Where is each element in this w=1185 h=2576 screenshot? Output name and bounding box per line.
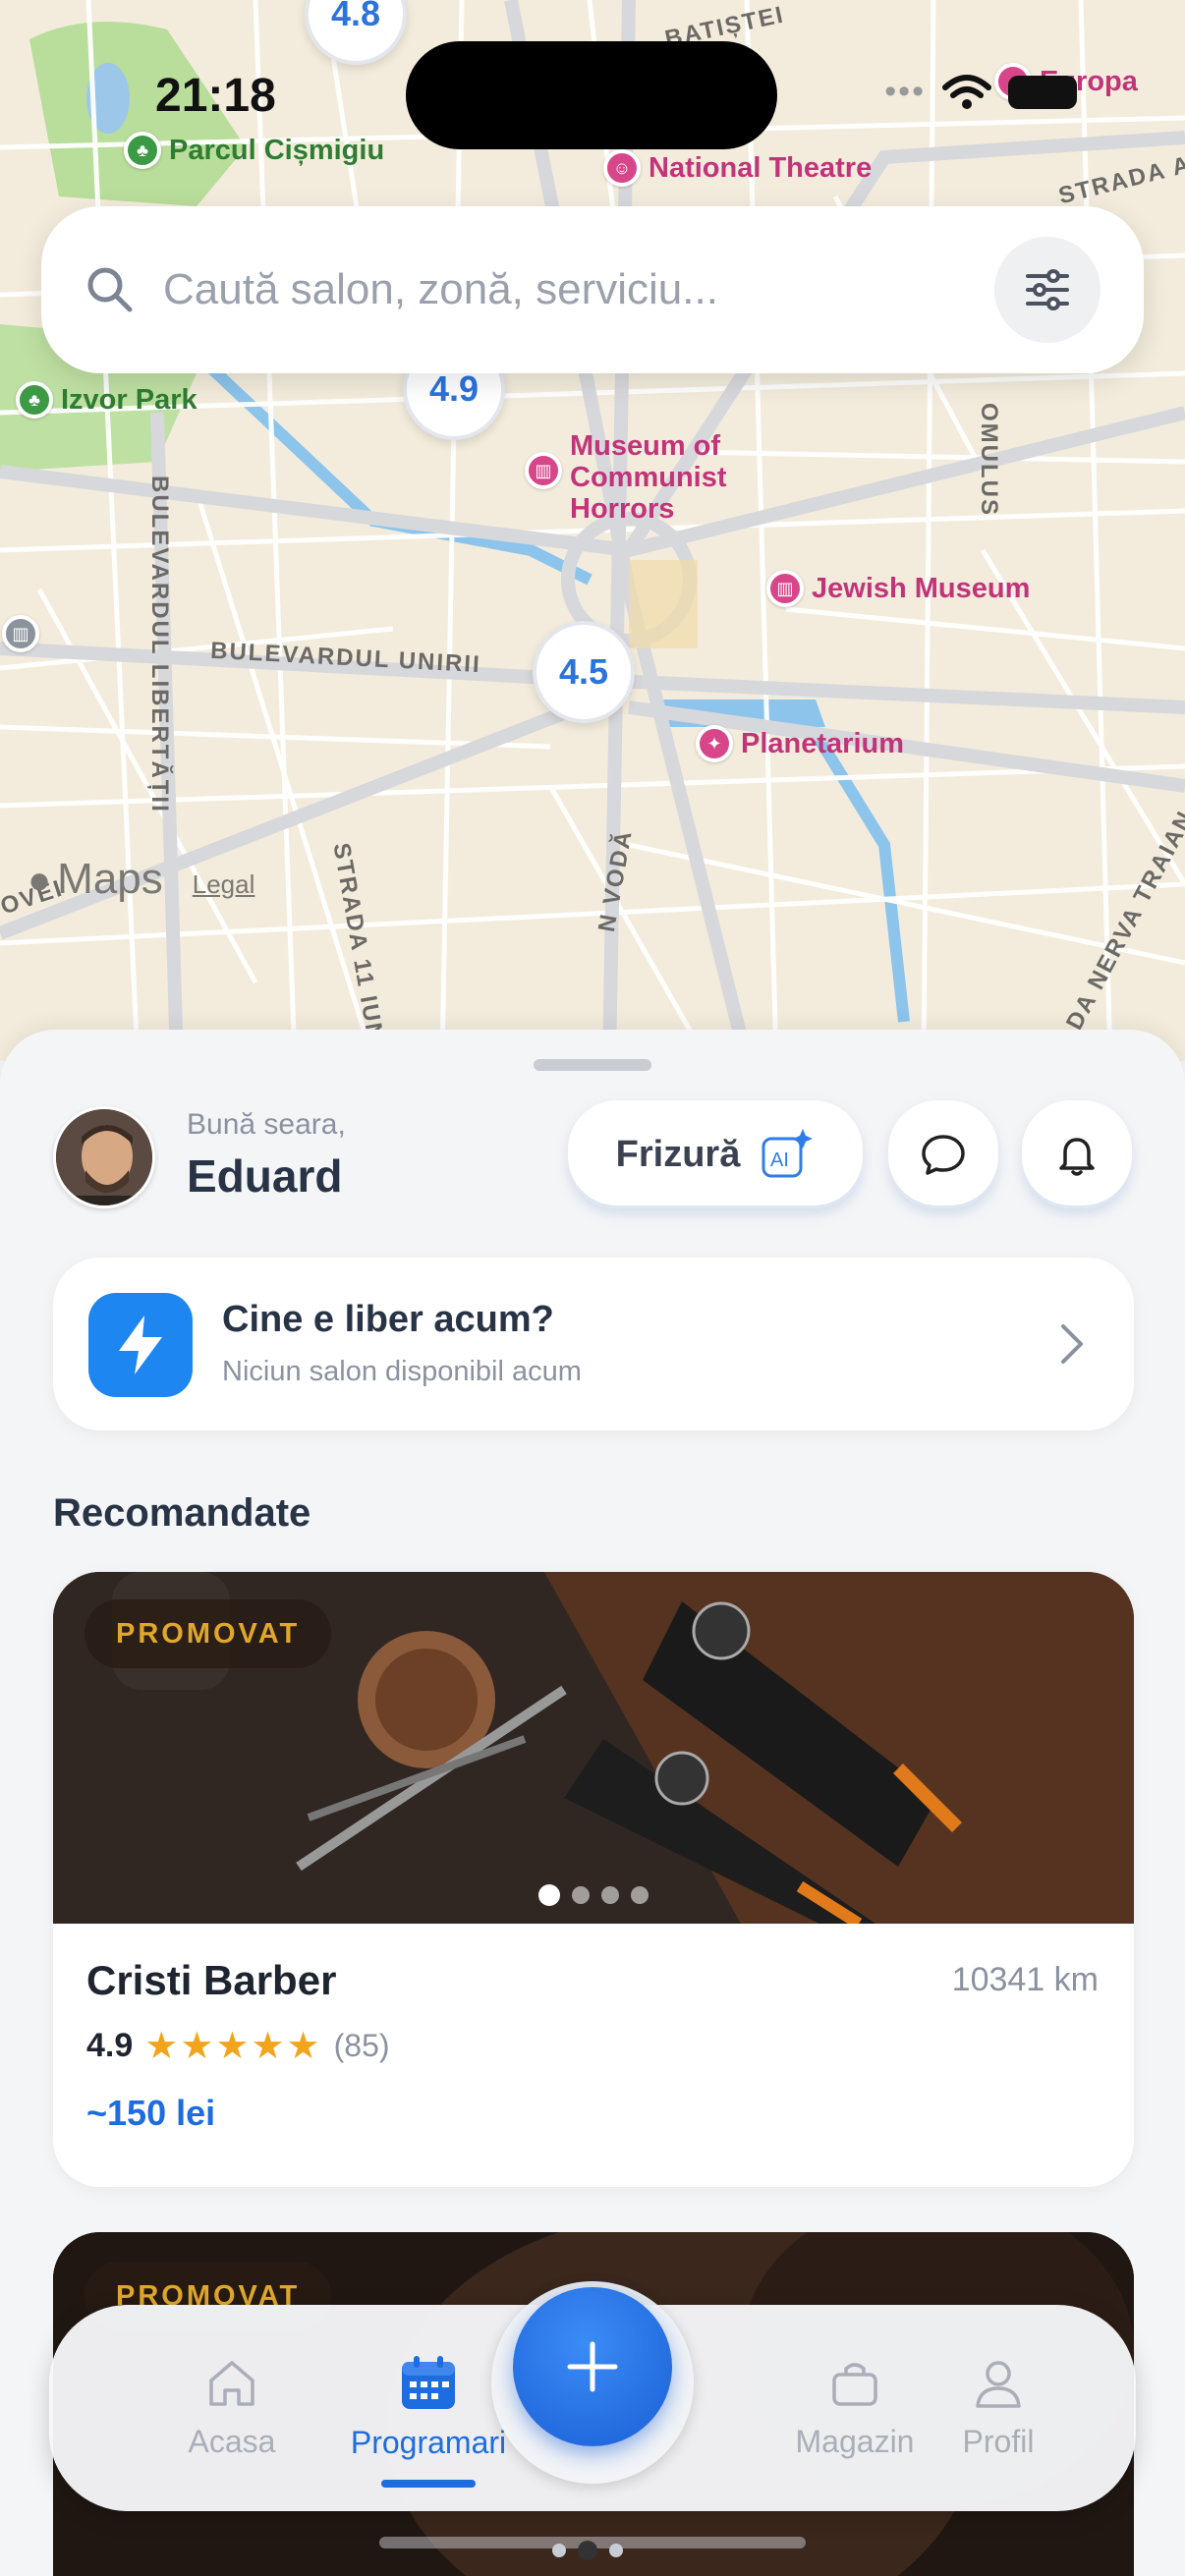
poi-national-theatre[interactable]: ☺ National Theatre xyxy=(603,149,872,187)
poi-jewish-museum[interactable]: ▥ Jewish Museum xyxy=(766,570,1030,607)
filter-button[interactable] xyxy=(994,237,1100,343)
tree-icon: ♣ xyxy=(124,132,161,169)
page-dot xyxy=(578,2541,597,2560)
salon-name: Cristi Barber xyxy=(86,1957,337,2003)
apple-logo-icon: ● xyxy=(28,859,52,902)
page-dots xyxy=(552,2541,623,2560)
calendar-icon xyxy=(402,2355,455,2409)
rating-value: 4.9 xyxy=(86,2027,134,2064)
active-tab-indicator xyxy=(381,2480,476,2488)
messages-button[interactable] xyxy=(888,1100,998,1208)
museum-icon: ▥ xyxy=(766,570,804,607)
tab-label: Profil xyxy=(962,2423,1035,2459)
bag-icon xyxy=(832,2362,877,2406)
street-label: BULEVARDUL LIBERTĂȚII xyxy=(146,476,173,813)
search-input[interactable]: Caută salon, zonă, serviciu... xyxy=(163,265,994,314)
tab-home[interactable]: Acasa xyxy=(143,2305,320,2511)
avatar-image xyxy=(56,1109,152,1205)
poi-izvor-park[interactable]: ♣ Izvor Park xyxy=(16,381,198,419)
sliders-icon xyxy=(1026,269,1069,310)
museum-icon: ▥ xyxy=(525,452,562,489)
sheet-grabber[interactable] xyxy=(534,1059,651,1071)
tab-label: Programari xyxy=(350,2424,507,2460)
street-label: OMULUS xyxy=(976,403,1002,517)
tab-profile[interactable]: Profil xyxy=(910,2305,1087,2511)
lightning-icon xyxy=(88,1293,193,1397)
bell-icon xyxy=(1059,1138,1095,1176)
home-icon xyxy=(209,2360,254,2406)
svg-text:AI: AI xyxy=(770,1149,789,1171)
who-is-free-card[interactable]: Cine e liber acum? Niciun salon disponib… xyxy=(53,1258,1134,1430)
avatar[interactable] xyxy=(53,1106,155,1208)
tab-label: Magazin xyxy=(795,2423,915,2459)
who-is-free-title: Cine e liber acum? xyxy=(222,1299,554,1340)
salon-distance: 10341 km xyxy=(951,1961,1099,1998)
theatre-icon: ☺ xyxy=(603,149,641,187)
who-is-free-subtitle: Niciun salon disponibil acum xyxy=(222,1356,582,1387)
status-icons: ••• xyxy=(884,73,1077,111)
review-count: (85) xyxy=(333,2028,390,2063)
ai-sparkle-icon: AI xyxy=(762,1129,814,1178)
page-dot xyxy=(609,2544,623,2557)
battery-icon xyxy=(1008,75,1077,109)
page-dot xyxy=(552,2544,566,2557)
wifi-icon xyxy=(942,74,991,109)
signal-dots-icon: ••• xyxy=(884,73,926,110)
carousel-dot[interactable] xyxy=(631,1886,649,1904)
tab-label: Acasa xyxy=(188,2423,276,2459)
chevron-right-icon xyxy=(1061,1324,1083,1364)
tree-icon: ♣ xyxy=(16,381,53,419)
map-view[interactable]: ♣ Parcul Cișmigiu ☺ National Theatre ● E… xyxy=(0,0,1185,1061)
chat-bubble-icon xyxy=(922,1135,965,1175)
user-name: Eduard xyxy=(187,1150,343,1202)
star-icons: ★★★★★ xyxy=(144,2026,322,2067)
notifications-button[interactable] xyxy=(1022,1100,1132,1208)
promoted-badge: PROMOVAT xyxy=(85,1599,332,1668)
poi-museum-label: Museum of Communist Horrors xyxy=(570,430,727,525)
status-time: 21:18 xyxy=(155,70,276,122)
salon-card[interactable]: PROMOVAT Cristi Barber 10341 km 4.9 ★★★★… xyxy=(53,1572,1134,2187)
category-chip[interactable]: Frizură AI xyxy=(568,1100,863,1208)
poi-museum-communist-horrors[interactable]: ▥ Museum of Communist Horrors xyxy=(525,430,727,525)
bolt-glyph xyxy=(119,1316,162,1374)
add-button[interactable] xyxy=(513,2287,672,2446)
poi-unknown[interactable]: ▥ xyxy=(2,615,39,652)
carousel-dot[interactable] xyxy=(538,1884,560,1906)
map-rating-pin[interactable]: 4.5 xyxy=(533,621,635,723)
dynamic-island xyxy=(406,41,777,149)
search-bar[interactable]: Caută salon, zonă, serviciu... xyxy=(41,206,1144,373)
poi-parcul-cismigiu[interactable]: ♣ Parcul Cișmigiu xyxy=(124,132,384,169)
plus-icon xyxy=(567,2341,618,2392)
carousel-dot[interactable] xyxy=(601,1886,619,1904)
apple-maps-attribution: ● Maps Legal xyxy=(28,855,255,903)
section-title-recommended: Recomandate xyxy=(53,1491,311,1535)
carousel-dots[interactable] xyxy=(538,1884,649,1906)
salon-rating: 4.9 ★★★★★ (85) xyxy=(86,2024,390,2068)
legal-link[interactable]: Legal xyxy=(193,869,255,900)
salon-price: ~150 lei xyxy=(86,2093,216,2133)
poi-planetarium[interactable]: ✦ Planetarium xyxy=(696,725,904,762)
planetarium-icon: ✦ xyxy=(696,725,733,762)
carousel-dot[interactable] xyxy=(572,1886,590,1904)
salon-photo[interactable]: PROMOVAT xyxy=(53,1572,1134,1924)
person-icon xyxy=(976,2360,1021,2408)
search-icon xyxy=(87,267,133,312)
greeting-label: Bună seara, xyxy=(187,1108,346,1141)
building-icon: ▥ xyxy=(2,615,39,652)
